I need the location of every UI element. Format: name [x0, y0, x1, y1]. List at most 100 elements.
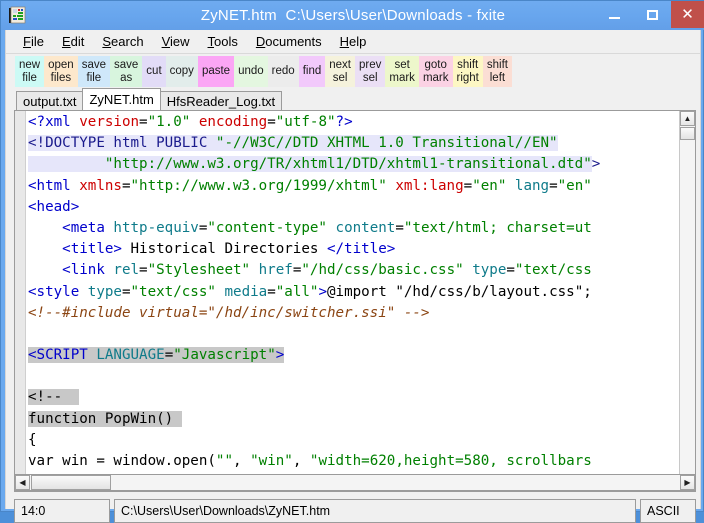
toolbar-button-paste[interactable]: paste: [197, 56, 235, 87]
code-line: <title> Historical Directories </title>: [28, 239, 682, 260]
menu-item-help[interactable]: Help: [331, 32, 376, 51]
code-token: <meta: [28, 219, 114, 236]
menu-item-view[interactable]: View: [153, 32, 199, 51]
toolbar-button-open-files[interactable]: open files: [44, 56, 78, 87]
scroll-up-icon[interactable]: ▲: [680, 111, 695, 126]
code-token: =: [395, 219, 404, 236]
code-token: <html: [28, 177, 80, 194]
toolbar-button-save-as[interactable]: save as: [110, 56, 143, 87]
code-token: "en": [472, 177, 507, 194]
menu-item-tools[interactable]: Tools: [199, 32, 247, 51]
code-line: <SCRIPT LANGUAGE="Javascript">: [28, 345, 682, 366]
toolbar-button-line1: paste: [201, 65, 231, 77]
code-token: "http://www.w3.org/TR/xhtml1/DTD/xhtml1-…: [104, 156, 592, 173]
toolbar-button-redo[interactable]: redo: [267, 56, 299, 87]
document-tab-hfsreader-log-txt[interactable]: HfsReader_Log.txt: [159, 91, 283, 110]
code-token: content: [335, 219, 396, 236]
scroll-right-glyph: ▶: [684, 478, 691, 487]
toolbar-button-set-mark[interactable]: set mark: [385, 56, 419, 87]
code-token: function PopWin(): [28, 410, 174, 427]
maximize-button[interactable]: [633, 1, 671, 28]
code-token: Historical Directories: [121, 241, 327, 258]
code-editor[interactable]: <?xml version="1.0" encoding="utf-8"?> <!…: [14, 110, 696, 492]
code-token: =: [506, 262, 515, 279]
code-token: "win": [250, 453, 293, 469]
toolbar-button-copy[interactable]: copy: [165, 56, 198, 87]
toolbar-button-undo[interactable]: undo: [234, 56, 268, 87]
toolbar-button-line1: prev: [359, 58, 382, 71]
status-file-path: C:\Users\User\Downloads\ZyNET.htm: [114, 499, 636, 523]
code-token: {: [28, 431, 37, 448]
code-token: http-equiv: [113, 219, 199, 236]
toolbar-button-goto-mark[interactable]: goto mark: [418, 56, 453, 87]
horizontal-scrollbar-thumb[interactable]: [31, 475, 111, 490]
toolbar-button-line2: right: [456, 71, 479, 84]
code-token: <SCRIPT: [28, 347, 97, 364]
document-tab-output-txt[interactable]: output.txt: [16, 91, 84, 110]
toolbar-button-line2: sel: [332, 71, 348, 84]
close-button[interactable]: ✕: [671, 1, 704, 28]
scroll-up-glyph: ▲: [683, 114, 692, 123]
toolbar-button-line1: find: [302, 65, 322, 77]
menu-item-edit[interactable]: Edit: [53, 32, 93, 51]
scroll-left-icon[interactable]: ◀: [15, 475, 30, 490]
menu-bar: File Edit Search View Tools Documents Help: [6, 30, 700, 54]
code-token: =: [549, 177, 558, 194]
document-tab-zynet-htm[interactable]: ZyNET.htm: [82, 88, 161, 110]
minimize-button[interactable]: [595, 1, 633, 28]
menu-item-file[interactable]: File: [14, 32, 53, 51]
toolbar-button-shift-left[interactable]: shift left: [482, 56, 512, 87]
code-line: "http://www.w3.org/TR/xhtml1/DTD/xhtml1-…: [28, 154, 682, 175]
editor-text[interactable]: <?xml version="1.0" encoding="utf-8"?> <!…: [28, 112, 682, 475]
code-token: "Stylesheet": [147, 262, 251, 279]
client-area: File Edit Search View Tools Documents Help new…: [5, 30, 701, 523]
scroll-right-icon[interactable]: ▶: [680, 475, 695, 490]
code-line: <head>: [28, 197, 682, 218]
menu-item-search[interactable]: Search: [93, 32, 152, 51]
horizontal-scrollbar[interactable]: ◀ ▶: [14, 474, 696, 491]
code-line: <link rel="Stylesheet" href="/hd/css/bas…: [28, 260, 682, 281]
toolbar-button-line1: shift: [486, 58, 508, 71]
toolbar-button-line1: save: [81, 58, 106, 71]
status-encoding: ASCII: [640, 499, 696, 523]
code-line: <html xmlns="http://www.w3.org/1999/xhtm…: [28, 176, 682, 197]
toolbar-button-new-file[interactable]: new file: [15, 56, 45, 87]
toolbar-button-line1: undo: [238, 65, 264, 77]
menu-accelerator: D: [255, 34, 266, 49]
toolbar-button-save-file[interactable]: save file: [77, 56, 110, 87]
toolbar-button-line1: cut: [146, 65, 162, 77]
code-token: href: [258, 262, 293, 279]
code-token: lang: [514, 177, 550, 194]
toolbar-button-line2: sel: [362, 71, 378, 84]
menu-label-rest: ocuments: [265, 34, 322, 49]
code-token: <title>: [28, 241, 122, 258]
toolbar-button-cut[interactable]: cut: [142, 56, 166, 87]
code-token: "text/html; charset=ut: [403, 219, 592, 236]
code-token: <link: [28, 262, 114, 279]
code-token: "utf-8": [275, 114, 336, 130]
toolbar-button-find[interactable]: find: [298, 56, 326, 87]
code-line: function PopWin(): [28, 409, 682, 430]
status-cursor-position: 14:0: [14, 499, 110, 523]
code-token: <head>: [28, 198, 80, 215]
toolbar-button-next-sel[interactable]: next sel: [325, 56, 355, 87]
menu-item-documents[interactable]: Documents: [247, 32, 331, 51]
vertical-scrollbar-thumb[interactable]: [680, 127, 695, 140]
close-glyph: ✕: [681, 6, 694, 23]
code-token: LANGUAGE: [96, 347, 165, 364]
toolbar-button-line2: file: [22, 71, 37, 84]
code-token: <!--: [28, 389, 63, 406]
maximize-icon: [633, 1, 671, 28]
toolbar-button-prev-sel[interactable]: prev sel: [355, 56, 386, 87]
menu-accelerator: V: [161, 34, 171, 49]
vertical-scrollbar[interactable]: ▲ ▼: [679, 111, 695, 491]
code-token: media: [224, 283, 268, 300]
code-token: <!DOCTYPE html PUBLIC: [28, 135, 216, 152]
toolbar-button-shift-right[interactable]: shift right: [452, 56, 483, 87]
code-token: "width=620,height=580, scrollbars: [309, 453, 592, 469]
code-token: <style: [28, 283, 88, 300]
menu-label-rest: iew: [170, 34, 190, 49]
code-token: "-//W3C//DTD XHTML 1.0 Transitional//EN": [215, 135, 558, 152]
